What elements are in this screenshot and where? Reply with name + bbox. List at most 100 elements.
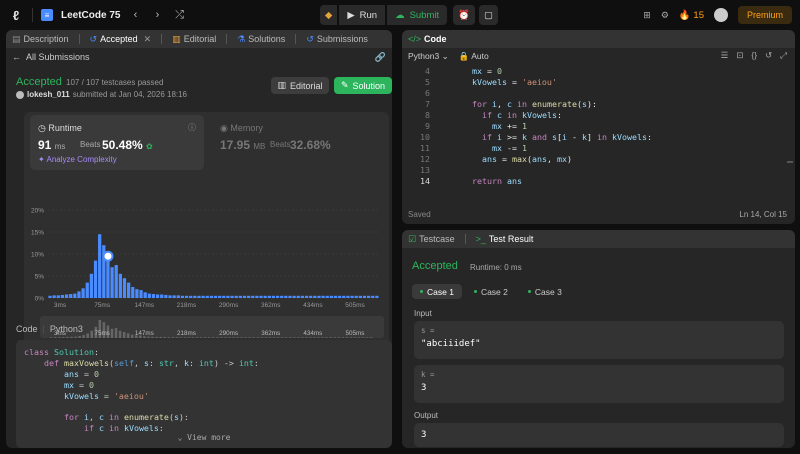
y-tick-label: 0% xyxy=(35,296,45,303)
submit-button[interactable]: ☁ Submit xyxy=(387,5,448,25)
expand-icon[interactable]: ⤢ xyxy=(780,50,787,61)
overview-bar xyxy=(131,334,134,338)
overview-bar xyxy=(159,336,162,338)
chart-bar xyxy=(93,260,98,298)
tab-description[interactable]: ▤ Description xyxy=(12,34,69,45)
line-number: 13 xyxy=(420,165,430,175)
editor-line: return ans xyxy=(471,176,522,186)
streak-counter[interactable]: 🔥 15 xyxy=(679,10,704,21)
overview-bar xyxy=(361,337,365,338)
chart-bar xyxy=(73,293,77,298)
chart-bar xyxy=(247,295,251,298)
arrow-left-icon: ← xyxy=(12,52,21,62)
chart-bar xyxy=(147,293,151,298)
braces-icon[interactable]: {} xyxy=(751,50,757,61)
case-3-tab[interactable]: Case 3 xyxy=(520,284,570,299)
chart-bar xyxy=(267,295,271,298)
x-tick-label: 218ms xyxy=(177,302,197,309)
overview-bar xyxy=(167,337,170,338)
editor-line: ans = max(ans, mx) xyxy=(481,154,572,164)
post-solution-button[interactable]: ✎ Solution xyxy=(334,77,392,94)
overview-tick-label: 147ms xyxy=(135,330,154,337)
overview-bar xyxy=(199,337,203,338)
close-icon[interactable]: ✕ xyxy=(144,34,152,45)
overview-bar xyxy=(293,337,296,338)
chart-bar xyxy=(304,295,309,298)
y-tick-label: 5% xyxy=(35,274,45,281)
chart-bar xyxy=(333,295,338,298)
tab-code[interactable]: </> Code xyxy=(408,34,447,44)
layout-icon[interactable]: ⊞ xyxy=(643,10,651,21)
chart-bar xyxy=(350,295,354,298)
settings-gear-icon[interactable]: ⚙ xyxy=(661,10,669,21)
chart-bar xyxy=(284,295,288,298)
y-tick-label: 15% xyxy=(31,230,44,237)
notes-button[interactable]: ▢ xyxy=(478,5,498,25)
view-more-button[interactable]: ⌄ View more xyxy=(16,433,392,444)
chart-bar xyxy=(122,278,127,298)
user-avatar xyxy=(16,90,24,99)
chart-bar xyxy=(226,295,230,298)
chart-bar xyxy=(155,294,160,298)
tab-editorial[interactable]: ▥ Editorial xyxy=(172,34,216,45)
premium-button[interactable]: Premium xyxy=(737,6,792,24)
chart-bar xyxy=(56,295,60,298)
chart-bar xyxy=(321,295,325,298)
code-editor[interactable]: 4 mx = 0 5 kVowels = 'aeiou' 6 7 for i, c i… xyxy=(402,66,795,206)
book-icon: ▥ xyxy=(277,80,286,90)
tab-test-result[interactable]: >_ Test Result xyxy=(476,234,534,244)
chart-bar xyxy=(209,295,213,298)
overview-bar xyxy=(212,337,215,338)
tab-solutions[interactable]: ⚗ Solutions xyxy=(237,34,285,45)
chart-bar xyxy=(255,295,259,298)
input-k-value: 3 xyxy=(421,383,427,393)
tab-accepted[interactable]: ↺ Accepted ✕ xyxy=(90,34,152,45)
cloud-upload-icon: ☁ xyxy=(395,9,405,21)
testcases-passed: 107 / 107 testcases passed xyxy=(66,78,164,87)
line-number: 6 xyxy=(425,88,430,98)
tab-submissions[interactable]: ↺ Submissions xyxy=(306,34,368,45)
case-1-tab[interactable]: Case 1 xyxy=(412,284,462,299)
run-button[interactable]: ▶ Run xyxy=(339,5,386,25)
reset-icon[interactable]: ↺ xyxy=(765,50,772,61)
avatar[interactable] xyxy=(713,8,728,22)
chart-bar xyxy=(213,295,218,298)
timer-button[interactable]: ⏰ xyxy=(453,5,475,25)
case-2-tab[interactable]: Case 2 xyxy=(466,284,516,299)
debug-button[interactable]: ◆ xyxy=(320,5,338,25)
chart-bar xyxy=(197,295,201,298)
overview-bar xyxy=(288,337,292,338)
autocomplete-toggle[interactable]: 🔒 Auto xyxy=(459,51,489,62)
chart-bar xyxy=(189,295,193,298)
overview-tick-label: 290ms xyxy=(219,330,238,337)
overview-bar xyxy=(260,337,264,338)
overview-bar xyxy=(70,336,73,338)
all-submissions-link[interactable]: ← All Submissions xyxy=(12,52,90,62)
checkbox-icon: ☑ xyxy=(408,233,417,244)
chart-bar xyxy=(85,282,89,298)
input-k-box: k = 3 xyxy=(414,365,784,403)
chart-bar xyxy=(77,291,81,298)
runtime-distribution-chart[interactable]: 20% 15% 10% 5% 0% 3ms 75ms 147ms 218ms 290ms 362ms… xyxy=(24,112,389,344)
leetcode-logo-icon[interactable]: ℓ xyxy=(8,7,24,23)
overview-bar xyxy=(252,337,255,338)
format-icon[interactable]: ☰ xyxy=(721,50,729,61)
username[interactable]: lokesh_011 xyxy=(27,90,70,99)
share-link-icon[interactable]: 🔗 xyxy=(375,52,386,63)
prev-problem-icon[interactable]: ‹ xyxy=(128,9,142,21)
bookmark-icon[interactable]: ⊡ xyxy=(736,50,743,61)
chart-bar xyxy=(371,295,375,298)
shuffle-icon[interactable]: ⤮ xyxy=(172,9,186,22)
study-plan-title[interactable]: LeetCode 75 xyxy=(61,10,120,21)
overview-bar xyxy=(236,337,239,338)
alarm-icon: ⏰ xyxy=(458,9,470,21)
left-tabs: ▤ Description ↺ Accepted ✕ ▥ Editorial ⚗ Solu… xyxy=(6,30,392,48)
submitted-code[interactable]: class Solution: def maxVowels(self, s: s… xyxy=(16,340,392,448)
overview-bar xyxy=(183,337,187,338)
chart-bar xyxy=(230,295,234,298)
language-select[interactable]: Python3 ⌄ xyxy=(408,51,449,62)
tab-testcase[interactable]: ☑ Testcase xyxy=(408,234,455,245)
overview-bar xyxy=(220,337,223,338)
editorial-button[interactable]: ▥ Editorial xyxy=(271,77,329,94)
next-problem-icon[interactable]: › xyxy=(150,9,164,21)
